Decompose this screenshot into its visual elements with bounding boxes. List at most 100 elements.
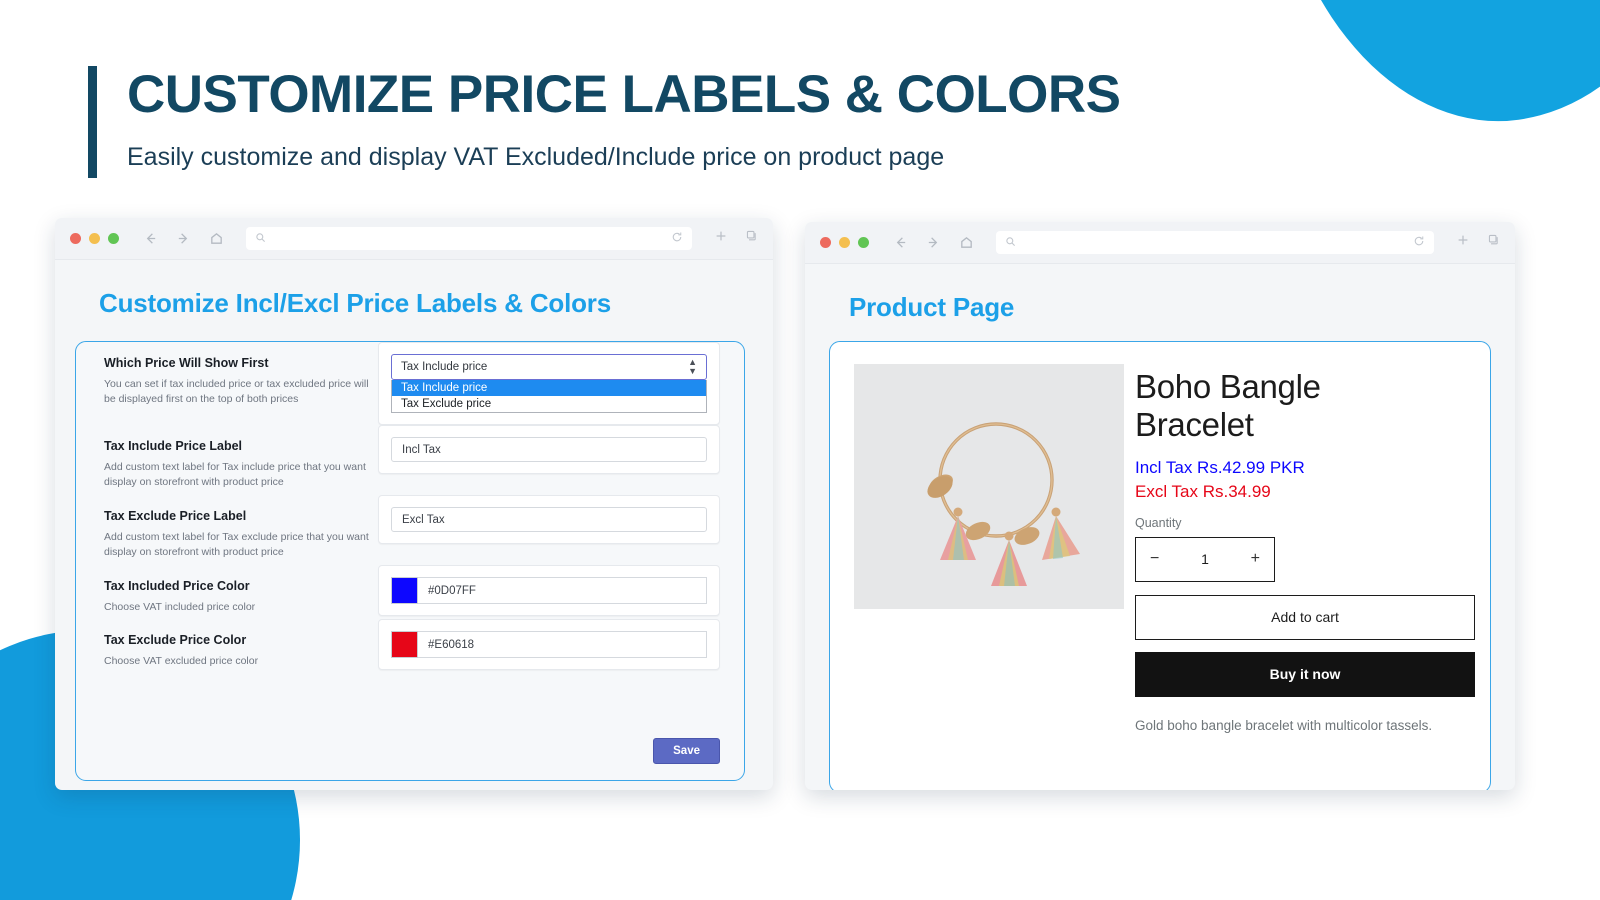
setting-help: Choose VAT excluded price color: [104, 655, 259, 667]
product-image: [854, 364, 1124, 609]
settings-card: Which Price Will Show First You can set …: [75, 341, 745, 781]
new-tab-icon[interactable]: [1456, 233, 1470, 252]
back-icon[interactable]: [143, 231, 158, 246]
close-window-button[interactable]: [70, 233, 81, 244]
setting-row-incl-label: Tax Include Price Label Add custom text …: [76, 425, 744, 495]
setting-field: Incl Tax: [378, 425, 720, 474]
setting-label: Tax Included Price Color: [104, 579, 250, 593]
minus-icon[interactable]: −: [1150, 550, 1159, 568]
setting-field: #0D07FF: [378, 565, 720, 616]
product-card: Boho Bangle Bracelet Incl Tax Rs.42.99 P…: [829, 341, 1491, 790]
spinner-arrows-icon: ▲ ▼: [688, 357, 697, 376]
storefront-panel-title: Product Page: [849, 292, 1015, 322]
close-window-button[interactable]: [820, 237, 831, 248]
setting-label-block: Tax Include Price Label Add custom text …: [104, 425, 378, 490]
incl-color-hex-input[interactable]: #0D07FF: [418, 577, 707, 604]
price-order-option-0[interactable]: Tax Include price: [392, 380, 706, 396]
setting-label: Tax Exclude Price Color: [104, 633, 247, 647]
setting-row-incl-color: Tax Included Price Color Choose VAT incl…: [76, 565, 744, 619]
quantity-stepper[interactable]: − 1 +: [1135, 536, 1275, 582]
browser-chrome-left: [55, 218, 773, 260]
price-order-option-list: Tax Include price Tax Exclude price: [391, 380, 707, 413]
price-order-select-wrap: Tax Include price ▲ ▼ Tax Include price T…: [391, 354, 707, 413]
setting-help: You can set if tax included price or tax…: [104, 378, 369, 406]
excl-color-swatch[interactable]: [391, 631, 418, 658]
add-to-cart-button[interactable]: Add to cart: [1135, 594, 1475, 640]
setting-help: Add custom text label for Tax exclude pr…: [104, 531, 369, 559]
save-button[interactable]: Save: [653, 738, 720, 764]
admin-panel-title: Customize Incl/Excl Price Labels & Color…: [99, 288, 611, 318]
tabs-icon[interactable]: [745, 229, 758, 248]
incl-color-row: #0D07FF: [391, 577, 707, 604]
save-area: Save: [653, 738, 720, 764]
excl-color-hex-input[interactable]: #E60618: [418, 631, 707, 658]
setting-label: Tax Exclude Price Label: [104, 509, 247, 523]
page-subtitle: Easily customize and display VAT Exclude…: [127, 143, 945, 172]
page-header: CUSTOMIZE PRICE LABELS & COLORS Easily c…: [88, 66, 1121, 178]
window-controls-right: [820, 237, 869, 248]
minimize-window-button[interactable]: [839, 237, 850, 248]
search-icon: [255, 230, 266, 248]
setting-label-block: Which Price Will Show First You can set …: [104, 342, 378, 407]
price-incl-tax: Incl Tax Rs.42.99 PKR: [1135, 457, 1305, 477]
setting-field: #E60618: [378, 619, 720, 670]
browser-nav-left: [143, 231, 224, 246]
reload-icon[interactable]: [671, 230, 683, 248]
admin-browser-window: Customize Incl/Excl Price Labels & Color…: [55, 218, 773, 790]
excl-tax-label-input[interactable]: Excl Tax: [391, 507, 707, 532]
browser-chrome-right: [805, 222, 1515, 264]
quantity-value: 1: [1201, 551, 1209, 568]
setting-label: Tax Include Price Label: [104, 439, 243, 453]
header-accent-bar: [88, 66, 97, 178]
browser-nav-right: [893, 235, 974, 250]
reload-icon[interactable]: [1413, 234, 1425, 252]
forward-icon[interactable]: [176, 231, 191, 246]
home-icon[interactable]: [959, 235, 974, 250]
setting-help: Choose VAT included price color: [104, 601, 256, 613]
minimize-window-button[interactable]: [89, 233, 100, 244]
setting-field: Tax Include price ▲ ▼ Tax Include price T…: [378, 342, 720, 425]
product-description: Gold boho bangle bracelet with multicolo…: [1135, 717, 1433, 733]
bangle-bracelet-illustration: [854, 364, 1124, 609]
setting-label-block: Tax Included Price Color Choose VAT incl…: [104, 565, 378, 615]
page-root: CUSTOMIZE PRICE LABELS & COLORS Easily c…: [0, 0, 1600, 900]
back-icon[interactable]: [893, 235, 908, 250]
page-title: CUSTOMIZE PRICE LABELS & COLORS: [127, 65, 1121, 124]
new-tab-icon[interactable]: [714, 229, 728, 248]
product-title: Boho Bangle Bracelet: [1135, 368, 1321, 444]
maximize-window-button[interactable]: [108, 233, 119, 244]
admin-viewport: Customize Incl/Excl Price Labels & Color…: [55, 260, 773, 790]
setting-row-excl-label: Tax Exclude Price Label Add custom text …: [76, 495, 744, 565]
storefront-browser-window: Product Page Boho Bangle Bracelet Incl T…: [805, 222, 1515, 790]
maximize-window-button[interactable]: [858, 237, 869, 248]
price-excl-tax: Excl Tax Rs.34.99: [1135, 481, 1271, 501]
setting-help: Add custom text label for Tax include pr…: [104, 461, 366, 489]
address-bar-right[interactable]: [996, 231, 1434, 254]
forward-icon[interactable]: [926, 235, 941, 250]
quantity-label: Quantity: [1135, 515, 1182, 530]
setting-label-block: Tax Exclude Price Color Choose VAT exclu…: [104, 619, 378, 669]
setting-label-block: Tax Exclude Price Label Add custom text …: [104, 495, 378, 560]
decorative-shape-top-right: [1269, 0, 1600, 149]
incl-color-swatch[interactable]: [391, 577, 418, 604]
setting-row-price-order: Which Price Will Show First You can set …: [76, 342, 744, 425]
address-bar-left[interactable]: [246, 227, 692, 250]
storefront-viewport: Product Page Boho Bangle Bracelet Incl T…: [805, 264, 1515, 790]
price-order-selected-value: Tax Include price: [401, 361, 488, 373]
setting-label: Which Price Will Show First: [104, 356, 269, 370]
price-order-option-1[interactable]: Tax Exclude price: [392, 396, 706, 412]
plus-icon[interactable]: +: [1251, 550, 1260, 568]
browser-actions-right: [1456, 233, 1500, 252]
product-info: Boho Bangle Bracelet Incl Tax Rs.42.99 P…: [1124, 364, 1475, 772]
buy-it-now-button[interactable]: Buy it now: [1135, 651, 1475, 697]
browser-actions-left: [714, 229, 758, 248]
search-icon: [1005, 234, 1016, 252]
incl-tax-label-input[interactable]: Incl Tax: [391, 437, 707, 462]
setting-row-excl-color: Tax Exclude Price Color Choose VAT exclu…: [76, 619, 744, 673]
home-icon[interactable]: [209, 231, 224, 246]
tabs-icon[interactable]: [1487, 233, 1500, 252]
excl-color-row: #E60618: [391, 631, 707, 658]
window-controls-left: [70, 233, 119, 244]
price-order-select[interactable]: Tax Include price ▲ ▼: [391, 354, 707, 380]
setting-field: Excl Tax: [378, 495, 720, 544]
